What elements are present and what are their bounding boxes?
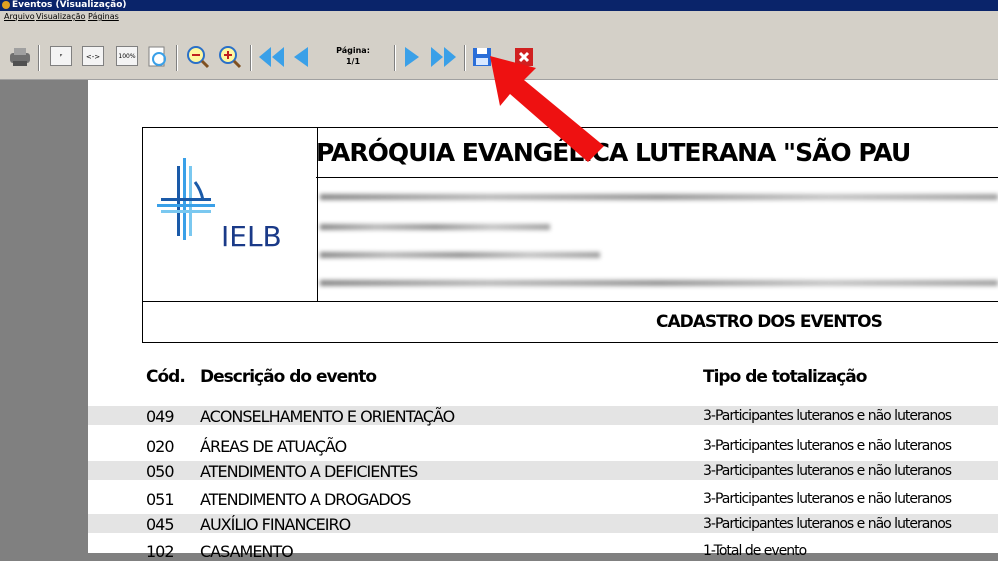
app-icon xyxy=(2,1,10,9)
row-code: 051 xyxy=(146,490,175,509)
redacted-line xyxy=(320,224,550,230)
window-title: Eventos (Visualização) xyxy=(12,0,127,10)
table-row: 102 CASAMENTO 1-Total de evento xyxy=(88,541,998,561)
menu-arquivo[interactable]: Arquivo xyxy=(4,12,35,21)
page-indicator: Página: 1/1 xyxy=(329,45,377,67)
zoom-out-button[interactable] xyxy=(186,44,210,70)
menu-bar: Arquivo Visualização Páginas xyxy=(0,11,998,39)
toolbar-separator xyxy=(38,45,40,71)
previous-page-icon xyxy=(294,47,308,67)
page-magnifier-icon xyxy=(148,46,166,67)
logo-cell: IELB xyxy=(143,128,318,302)
column-header-code: Cód. xyxy=(146,367,186,387)
zoom-out-icon xyxy=(187,46,210,69)
row-type: 3-Participantes luteranos e não luterano… xyxy=(703,438,952,454)
table-row: 049 ACONSELHAMENTO E ORIENTAÇÃO 3-Partic… xyxy=(88,406,998,426)
next-page-button[interactable] xyxy=(400,44,424,70)
title-divider xyxy=(316,177,998,178)
title-bar: Eventos (Visualização) xyxy=(0,0,998,11)
row-code: 020 xyxy=(146,437,175,456)
toolbar-separator xyxy=(250,45,252,71)
first-page-icon xyxy=(259,47,284,67)
row-type: 3-Participantes luteranos e não luterano… xyxy=(703,408,952,424)
row-type: 3-Participantes luteranos e não luterano… xyxy=(703,491,952,507)
whole-page-button[interactable] xyxy=(146,44,170,70)
table-row: 020 ÁREAS DE ATUAÇÃO 3-Participantes lut… xyxy=(88,436,998,456)
page-label: Página: xyxy=(336,46,370,55)
toolbar-separator xyxy=(394,45,396,71)
zoom-in-button[interactable] xyxy=(218,44,242,70)
page-value: 1/1 xyxy=(345,57,361,66)
toolbar-separator xyxy=(176,45,178,71)
menu-paginas[interactable]: Páginas xyxy=(88,12,119,21)
print-button[interactable] xyxy=(8,44,32,70)
column-header-description: Descrição do evento xyxy=(200,367,377,387)
red-arrow-annotation xyxy=(490,56,604,162)
first-page-button[interactable] xyxy=(257,44,287,70)
report-subtitle: CADASTRO DOS EVENTOS xyxy=(656,312,883,332)
row-code: 045 xyxy=(146,515,175,534)
row-description: AUXÍLIO FINANCEIRO xyxy=(200,515,351,534)
table-row: 045 AUXÍLIO FINANCEIRO 3-Participantes l… xyxy=(88,514,998,534)
column-header-type: Tipo de totalização xyxy=(703,367,867,387)
printer-icon xyxy=(10,48,30,66)
subtitle-divider xyxy=(142,301,998,302)
previous-page-button[interactable] xyxy=(290,44,314,70)
table-row: 050 ATENDIMENTO A DEFICIENTES 3-Particip… xyxy=(88,461,998,481)
last-page-icon xyxy=(431,47,456,67)
row-description: ACONSELHAMENTO E ORIENTAÇÃO xyxy=(200,407,455,426)
page-width-button[interactable]: ᴾ xyxy=(50,46,72,66)
fit-width-button[interactable]: <-> xyxy=(82,46,104,66)
next-page-icon xyxy=(405,47,419,67)
redacted-line xyxy=(320,252,600,258)
row-type: 3-Participantes luteranos e não luterano… xyxy=(703,516,952,532)
row-description: ÁREAS DE ATUAÇÃO xyxy=(200,437,347,456)
row-code: 102 xyxy=(146,542,175,561)
zoom-in-icon xyxy=(219,46,242,69)
row-description: CASAMENTO xyxy=(200,542,294,561)
redacted-line xyxy=(320,194,998,200)
zoom-100-button[interactable]: 100% xyxy=(116,46,138,66)
table-row: 051 ATENDIMENTO A DROGADOS 3-Participant… xyxy=(88,489,998,509)
row-code: 050 xyxy=(146,462,175,481)
logo-text: IELB xyxy=(221,220,282,253)
row-type: 3-Participantes luteranos e não luterano… xyxy=(703,463,952,479)
toolbar-separator xyxy=(464,45,466,71)
row-description: ATENDIMENTO A DEFICIENTES xyxy=(200,462,418,481)
row-code: 049 xyxy=(146,407,175,426)
last-page-button[interactable] xyxy=(428,44,458,70)
menu-visualizacao[interactable]: Visualização xyxy=(36,12,85,21)
redacted-line xyxy=(320,280,998,286)
report-title: PARÓQUIA EVANGÉLICA LUTERANA "SÃO PAU xyxy=(316,138,911,167)
ielb-logo-icon xyxy=(157,158,215,240)
row-description: ATENDIMENTO A DROGADOS xyxy=(200,490,411,509)
row-type: 1-Total de evento xyxy=(703,543,807,559)
